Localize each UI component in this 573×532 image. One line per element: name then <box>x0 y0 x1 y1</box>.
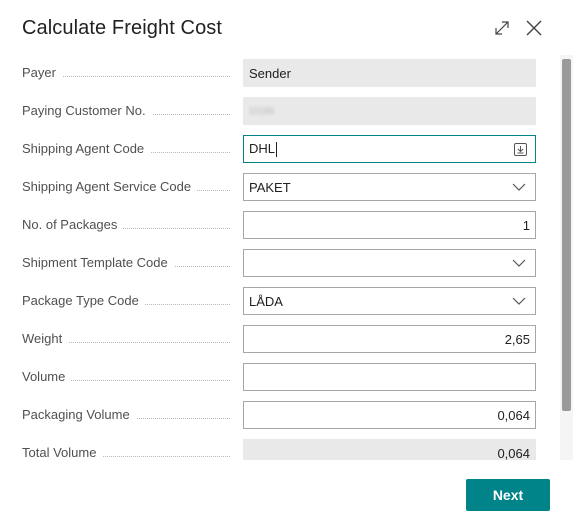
chevron-down-icon <box>510 292 528 310</box>
text-caret <box>276 142 278 158</box>
close-icon <box>526 20 542 36</box>
shipping-agent-service-code-select[interactable]: PAKET <box>243 173 536 201</box>
no-of-packages-label: No. of Packages <box>22 217 236 232</box>
shipping-agent-code-value: DHL <box>249 140 276 156</box>
package-type-code-row: Package Type Code LÅDA <box>22 287 536 317</box>
scrollbar-thumb[interactable] <box>562 59 571 411</box>
shipment-template-code-row: Shipment Template Code <box>22 249 536 279</box>
next-button[interactable]: Next <box>466 479 550 511</box>
expand-button[interactable] <box>489 15 515 41</box>
shipping-agent-code-label: Shipping Agent Code <box>22 141 236 156</box>
weight-input[interactable]: 2,65 <box>243 325 536 353</box>
shipping-agent-code-row: Shipping Agent Code DHL <box>22 135 536 165</box>
volume-row: Volume <box>22 363 536 393</box>
packaging-volume-label: Packaging Volume <box>22 407 236 422</box>
chevron-down-icon <box>510 254 528 272</box>
paying-customer-no-row: Paying Customer No. 10189 <box>22 97 536 127</box>
paying-customer-no-value: 10189 <box>249 106 275 116</box>
package-type-code-label: Package Type Code <box>22 293 236 308</box>
payer-field: Sender <box>243 59 536 87</box>
lookup-icon <box>513 142 527 156</box>
volume-input[interactable] <box>243 363 536 391</box>
no-of-packages-row: No. of Packages 1 <box>22 211 536 241</box>
weight-row: Weight 2,65 <box>22 325 536 355</box>
paying-customer-no-label: Paying Customer No. <box>22 103 236 118</box>
dialog-title: Calculate Freight Cost <box>22 17 223 39</box>
paying-customer-no-field: 10189 <box>243 97 536 125</box>
packaging-volume-row: Packaging Volume 0,064 <box>22 401 536 431</box>
calculate-freight-cost-dialog: Calculate Freight Cost Payer Sender Payi… <box>0 0 573 532</box>
no-of-packages-input[interactable]: 1 <box>243 211 536 239</box>
payer-row: Payer Sender <box>22 59 536 89</box>
shipping-agent-code-input[interactable]: DHL <box>243 135 536 163</box>
shipping-agent-service-code-label: Shipping Agent Service Code <box>22 179 236 194</box>
chevron-down-icon <box>510 178 528 196</box>
shipping-agent-service-code-row: Shipping Agent Service Code PAKET <box>22 173 536 203</box>
packaging-volume-input[interactable]: 0,064 <box>243 401 536 429</box>
shipment-template-code-select[interactable] <box>243 249 536 277</box>
package-type-code-select[interactable]: LÅDA <box>243 287 536 315</box>
volume-label: Volume <box>22 369 236 384</box>
close-button[interactable] <box>521 15 547 41</box>
expand-icon <box>495 21 509 35</box>
shipment-template-code-label: Shipment Template Code <box>22 255 236 270</box>
total-volume-row: Total Volume 0,064 <box>22 439 536 460</box>
lookup-button[interactable] <box>513 142 527 156</box>
total-volume-label: Total Volume <box>22 445 236 460</box>
weight-label: Weight <box>22 331 236 346</box>
freight-form: Payer Sender Paying Customer No. 10189 S… <box>0 55 560 460</box>
total-volume-field: 0,064 <box>243 439 536 460</box>
form-scrollbar[interactable] <box>560 55 573 460</box>
payer-label: Payer <box>22 65 236 80</box>
